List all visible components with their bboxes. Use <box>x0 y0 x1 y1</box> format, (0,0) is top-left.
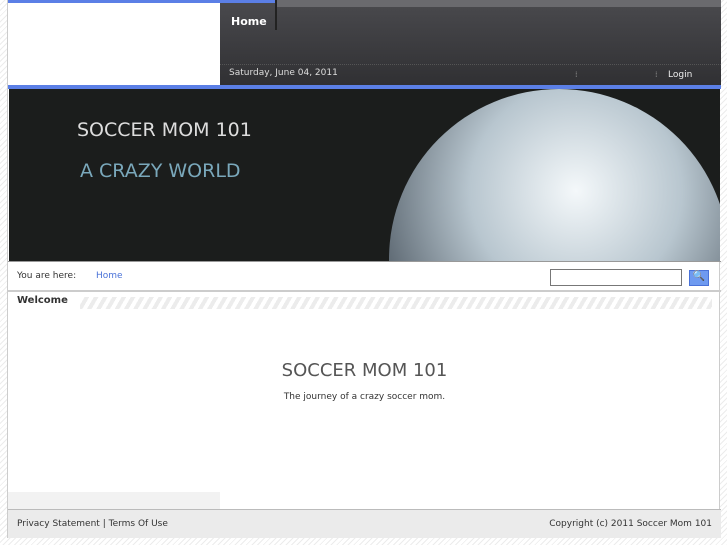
footer: Privacy Statement | Terms Of Use Copyrig… <box>8 509 721 538</box>
page: Home Saturday, June 04, 2011 ⁞ ⁞ Login S… <box>7 0 721 538</box>
nav-strip <box>276 0 721 7</box>
footer-separator: | <box>102 519 106 529</box>
title-stripe <box>80 297 712 309</box>
breadcrumb-label: You are here: <box>17 271 77 281</box>
banner: SOCCER MOM 101 A CRAZY WORLD <box>9 89 720 261</box>
search-icon: 🔍 <box>692 271 706 282</box>
login-link[interactable]: Login <box>668 70 692 80</box>
pane-title: Welcome <box>17 295 68 306</box>
active-tab-indicator <box>220 0 276 3</box>
globe-image <box>389 89 720 261</box>
privacy-link[interactable]: Privacy Statement <box>17 519 100 529</box>
nav-home[interactable]: Home <box>231 15 267 28</box>
main-nav: Home Saturday, June 04, 2011 ⁞ ⁞ Login <box>220 0 721 85</box>
copyright: Copyright (c) 2011 Soccer Mom 101 <box>549 519 712 529</box>
banner-subtitle: A CRAZY WORLD <box>80 160 241 182</box>
current-date: Saturday, June 04, 2011 <box>229 68 338 78</box>
left-pane <box>8 492 220 509</box>
nav-subbar: Saturday, June 04, 2011 ⁞ ⁞ Login <box>220 64 721 85</box>
search-button[interactable]: 🔍 <box>689 270 709 286</box>
separator-icon: ⁞ <box>655 70 658 79</box>
terms-link[interactable]: Terms Of Use <box>109 519 168 529</box>
content-subtitle: The journey of a crazy soccer mom. <box>283 392 446 402</box>
nav-divider <box>275 0 277 30</box>
search-input[interactable] <box>550 269 682 286</box>
content-title: SOCCER MOM 101 <box>281 360 448 381</box>
breadcrumb-home[interactable]: Home <box>96 271 123 281</box>
separator-icon: ⁞ <box>575 70 578 79</box>
breadcrumb: You are here: Home 🔍 <box>8 261 721 292</box>
banner-title: SOCCER MOM 101 <box>77 119 252 141</box>
logo-area <box>8 3 220 85</box>
